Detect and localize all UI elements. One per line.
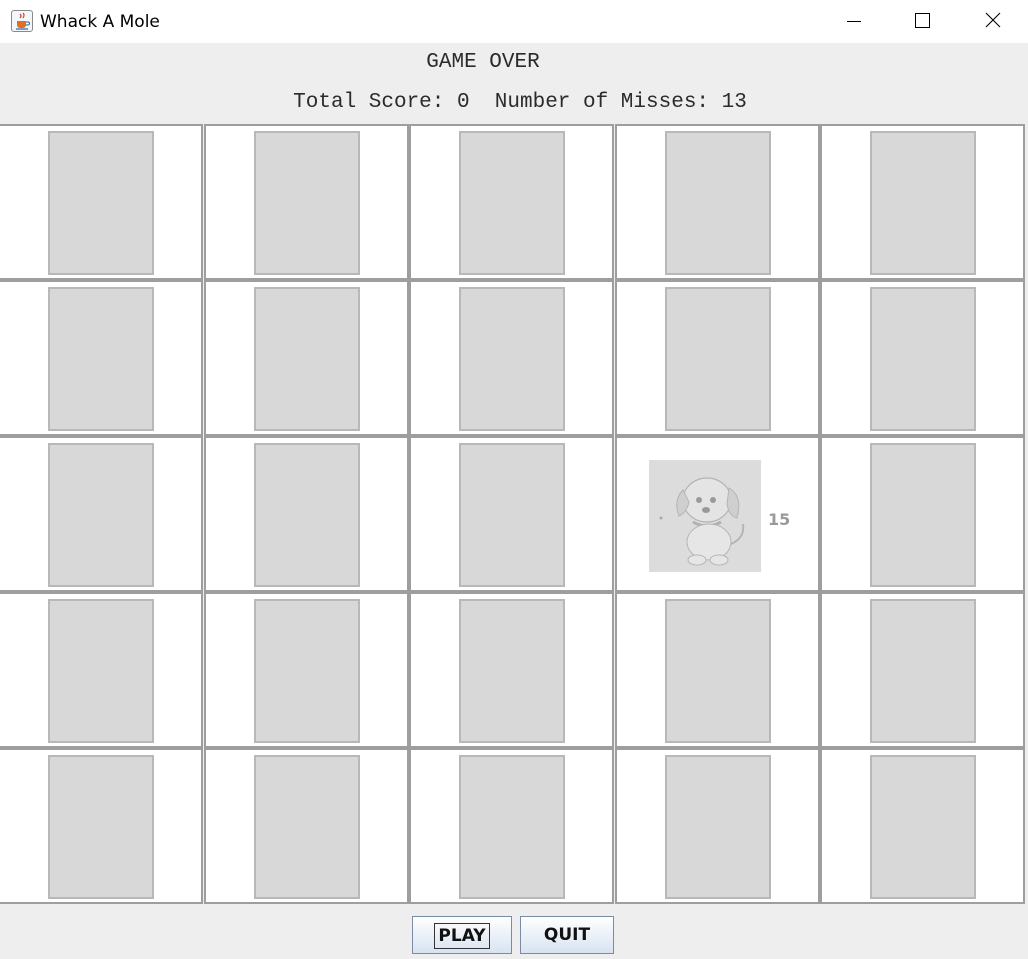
mole-hole-button[interactable] xyxy=(254,287,360,431)
grid-cell[interactable] xyxy=(615,748,820,904)
minimize-icon xyxy=(847,21,861,22)
grid-cell[interactable] xyxy=(820,748,1025,904)
score-label: Total Score: 0 Number of Misses: 13 xyxy=(293,91,747,114)
grid-cell[interactable] xyxy=(204,592,409,748)
mole-hole-button[interactable] xyxy=(870,287,976,431)
grid-cell[interactable] xyxy=(0,748,203,904)
close-icon xyxy=(985,12,1001,28)
grid-cell[interactable] xyxy=(0,592,203,748)
mole-hole-button[interactable] xyxy=(48,443,154,587)
mole-hole-button[interactable] xyxy=(459,131,565,275)
mole-hole-button[interactable] xyxy=(870,755,976,899)
mole-hole-button[interactable] xyxy=(459,443,565,587)
mole-grid: 15 xyxy=(0,124,1026,905)
grid-cell[interactable] xyxy=(0,124,203,280)
grid-cell[interactable] xyxy=(0,280,203,436)
puppy-image-icon[interactable] xyxy=(649,460,761,572)
close-button[interactable] xyxy=(970,0,1016,43)
grid-cell[interactable] xyxy=(615,124,820,280)
mole-hole-button[interactable] xyxy=(665,755,771,899)
grid-cell[interactable] xyxy=(204,436,409,592)
grid-cell[interactable] xyxy=(409,280,614,436)
java-cup-icon xyxy=(11,10,33,32)
window-title: Whack A Mole xyxy=(40,12,160,32)
grid-cell[interactable] xyxy=(409,592,614,748)
grid-cell[interactable] xyxy=(820,592,1025,748)
mole-hole-button[interactable] xyxy=(254,599,360,743)
game-status-label: GAME OVER xyxy=(426,51,540,74)
maximize-button[interactable] xyxy=(899,0,945,43)
grid-cell[interactable] xyxy=(820,124,1025,280)
mole-hole-button[interactable] xyxy=(870,599,976,743)
mole-hole-button[interactable] xyxy=(665,287,771,431)
mole-hole-button[interactable] xyxy=(254,443,360,587)
grid-cell[interactable] xyxy=(820,280,1025,436)
mole-hole-button[interactable] xyxy=(254,755,360,899)
mole-hole-button[interactable] xyxy=(459,287,565,431)
grid-cell[interactable] xyxy=(409,436,614,592)
mole-hole-button[interactable] xyxy=(459,599,565,743)
play-button[interactable]: PLAY xyxy=(412,916,512,954)
maximize-icon xyxy=(915,13,930,28)
mole-hole-button[interactable] xyxy=(459,755,565,899)
grid-cell[interactable] xyxy=(615,592,820,748)
quit-button[interactable]: QUIT xyxy=(520,916,614,954)
grid-cell[interactable] xyxy=(615,280,820,436)
mole-hole-button[interactable] xyxy=(665,131,771,275)
mole-hole-button[interactable] xyxy=(254,131,360,275)
grid-cell[interactable] xyxy=(0,436,203,592)
mole-hole-button[interactable] xyxy=(48,599,154,743)
mole-hole-button[interactable] xyxy=(665,599,771,743)
grid-cell[interactable]: 15 xyxy=(615,436,820,592)
title-bar: Whack A Mole xyxy=(0,0,1028,43)
grid-cell[interactable] xyxy=(204,124,409,280)
grid-cell[interactable] xyxy=(204,280,409,436)
play-button-label: PLAY xyxy=(434,923,490,949)
mole-hole-button[interactable] xyxy=(48,131,154,275)
grid-cell[interactable] xyxy=(820,436,1025,592)
mole-hole-button[interactable] xyxy=(870,443,976,587)
mole-hole-button[interactable] xyxy=(870,131,976,275)
minimize-button[interactable] xyxy=(830,0,876,43)
grid-cell[interactable] xyxy=(204,748,409,904)
mole-count-label: 15 xyxy=(768,510,791,529)
grid-cell[interactable] xyxy=(409,124,614,280)
mole-hole-button[interactable] xyxy=(48,755,154,899)
grid-cell[interactable] xyxy=(409,748,614,904)
mole-hole-button[interactable] xyxy=(48,287,154,431)
